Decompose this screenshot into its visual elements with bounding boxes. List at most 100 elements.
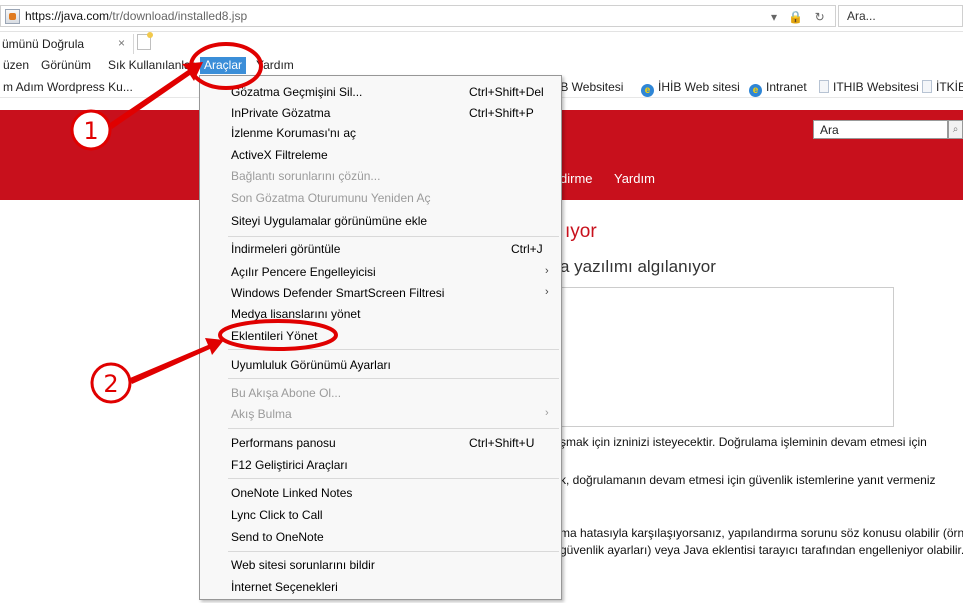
favorite-label: m Adım Wordpress Ku... — [3, 80, 133, 94]
menu-duzen[interactable]: üzen — [3, 57, 29, 74]
page-title: ıyor — [565, 221, 597, 242]
menu-item-popup-blocker[interactable]: Açılır Pencere Engelleyicisi › — [200, 261, 561, 283]
url-field[interactable]: https://java.com/tr/download/installed8.… — [0, 5, 836, 27]
tab-close-icon[interactable]: × — [118, 36, 125, 50]
menu-separator — [228, 478, 559, 479]
menu-item-label: ActiveX Filtreleme — [231, 148, 328, 162]
menu-item-label: Medya lisanslarını yönet — [231, 307, 361, 321]
paragraph: k, doğrulamanın devam etmesi için güvenl… — [560, 473, 936, 487]
paragraph: şmak için izninizi isteyecektir. Doğrula… — [560, 435, 927, 449]
menu-separator — [228, 428, 559, 429]
menu-item-f12-tools[interactable]: F12 Geliştirici Araçları — [200, 454, 561, 476]
favorite-item[interactable]: m Adım Wordpress Ku... — [3, 80, 133, 94]
menu-item-report-website-problems[interactable]: Web sitesi sorunlarını bildir — [200, 554, 561, 576]
favorite-label: İTKİB — [936, 80, 963, 94]
menu-item-performance-dashboard[interactable]: Performans panosu Ctrl+Shift+U — [200, 432, 561, 454]
page-subtitle: a yazılımı algılanıyor — [560, 257, 716, 276]
nav-link-help[interactable]: Yardım — [614, 171, 655, 186]
menu-item-shortcut: Ctrl+Shift+P — [469, 106, 534, 120]
menu-item-delete-history[interactable]: Gözatma Geçmişini Sil... Ctrl+Shift+Del — [200, 81, 561, 103]
favorite-item[interactable]: ITHIB Websitesi — [819, 80, 919, 94]
ie-icon: e — [749, 84, 762, 97]
submenu-arrow-icon: › — [545, 286, 549, 298]
menu-item-inprivate[interactable]: InPrivate Gözatma Ctrl+Shift+P — [200, 102, 561, 124]
menu-item-label: Bu Akışa Abone Ol... — [231, 386, 342, 400]
menu-item-label: Performans panosu — [231, 436, 336, 450]
menu-yardim[interactable]: Yardım — [256, 57, 294, 74]
menu-item-internet-options[interactable]: İnternet Seçenekleri — [200, 576, 561, 598]
page-search-input[interactable]: Ara — [813, 120, 948, 139]
menu-item-shortcut: Ctrl+Shift+U — [469, 436, 535, 450]
address-controls[interactable]: ▾ 🔒 ↻ — [771, 10, 829, 24]
menu-item-smartscreen[interactable]: Windows Defender SmartScreen Filtresi › — [200, 282, 561, 304]
menu-item-subscribe-feed: Bu Akışa Abone Ol... — [200, 382, 561, 404]
menu-item-label: İndirmeleri görüntüle — [231, 242, 341, 256]
address-bar: https://java.com/tr/download/installed8.… — [0, 0, 963, 32]
favorite-label: ITHIB Websitesi — [833, 80, 919, 94]
menu-item-label: OneNote Linked Notes — [231, 486, 353, 500]
menu-separator — [228, 378, 559, 379]
java-site-icon — [5, 9, 20, 24]
submenu-arrow-icon: › — [545, 265, 549, 277]
favorite-label: Intranet — [766, 80, 807, 94]
menu-item-label: Lync Click to Call — [231, 508, 323, 522]
favorite-item[interactable]: e Intranet — [749, 80, 807, 97]
menu-araclar[interactable]: Araçlar — [200, 57, 247, 74]
menu-item-view-downloads[interactable]: İndirmeleri görüntüle Ctrl+J — [200, 238, 561, 260]
browser-search-input[interactable]: Ara... — [838, 5, 963, 27]
menu-item-label: InPrivate Gözatma — [231, 106, 331, 120]
menu-item-label: Gözatma Geçmişini Sil... — [231, 85, 363, 99]
menu-separator — [228, 349, 559, 350]
step-badge-2 — [90, 362, 132, 404]
ie-icon: e — [641, 84, 654, 97]
menu-sik-kullanilanlar[interactable]: Sık Kullanılanlar — [108, 57, 195, 74]
menu-item-label: Son Gözatma Oturumunu Yeniden Aç — [231, 191, 431, 205]
menu-item-manage-add-ons[interactable]: Eklentileri Yönet — [200, 325, 561, 347]
page-icon — [819, 80, 829, 93]
menu-bar: üzen Görünüm Sık Kullanılanlar Araçlar Y… — [0, 54, 963, 76]
menu-item-label: F12 Geliştirici Araçları — [231, 458, 348, 472]
favorite-item[interactable]: İTKİB — [922, 80, 963, 94]
menu-item-tracking-protection[interactable]: İzlenme Koruması'nı aç — [200, 122, 561, 144]
tab-bar: ümünü Doğrula × — [0, 32, 963, 54]
favorite-label: İHİB Web sitesi — [658, 80, 740, 94]
new-tab-icon[interactable] — [137, 32, 153, 50]
menu-item-reopen-session: Son Gözatma Oturumunu Yeniden Aç — [200, 187, 561, 209]
menu-item-label: İzlenme Koruması'nı aç — [231, 126, 357, 140]
tab-title: ümünü Doğrula — [2, 37, 85, 51]
step-number-2: 2 — [103, 370, 118, 398]
search-icon[interactable]: ⌕ — [948, 120, 963, 139]
menu-item-fix-connection: Bağlantı sorunlarını çözün... — [200, 165, 561, 187]
menu-item-label: Eklentileri Yönet — [231, 329, 318, 343]
menu-item-label: Açılır Pencere Engelleyicisi — [231, 265, 376, 279]
menu-item-label: Uyumluluk Görünümü Ayarları — [231, 358, 391, 372]
page-icon — [922, 80, 932, 93]
url-text[interactable]: https://java.com/tr/download/installed8.… — [25, 9, 247, 23]
menu-item-send-to-onenote[interactable]: Send to OneNote — [200, 526, 561, 548]
menu-separator — [228, 551, 559, 552]
menu-separator — [228, 236, 559, 237]
menu-item-shortcut: Ctrl+Shift+Del — [469, 85, 544, 99]
menu-item-compatibility-view[interactable]: Uyumluluk Görünümü Ayarları — [200, 354, 561, 376]
java-applet-frame — [554, 287, 894, 427]
menu-item-label: Siteyi Uygulamalar görünümüne ekle — [231, 214, 428, 228]
paragraph: güvenlik ayarları) veya Java eklentisi t… — [560, 543, 963, 557]
menu-item-onenote-linked[interactable]: OneNote Linked Notes — [200, 482, 561, 504]
menu-item-label: Web sitesi sorunlarını bildir — [231, 558, 375, 572]
submenu-arrow-icon: › — [545, 407, 549, 419]
menu-item-label: Bağlantı sorunlarını çözün... — [231, 169, 381, 183]
page-search-text: Ara — [820, 123, 839, 137]
menu-item-label: Windows Defender SmartScreen Filtresi — [231, 286, 445, 300]
menu-gorunum[interactable]: Görünüm — [41, 57, 91, 74]
nav-link-download[interactable]: dirme — [560, 171, 593, 186]
menu-item-lync-call[interactable]: Lync Click to Call — [200, 504, 561, 526]
search-placeholder: Ara... — [847, 9, 876, 23]
menu-item-media-licenses[interactable]: Medya lisanslarını yönet — [200, 303, 561, 325]
tab-active[interactable]: ümünü Doğrula × — [0, 34, 134, 54]
menu-item-label: İnternet Seçenekleri — [231, 580, 338, 594]
favorite-item[interactable]: e İHİB Web sitesi — [641, 80, 740, 97]
menu-item-add-site-to-apps[interactable]: Siteyi Uygulamalar görünümüne ekle — [200, 210, 561, 232]
tools-dropdown-menu: Gözatma Geçmişini Sil... Ctrl+Shift+Del I… — [199, 75, 562, 600]
menu-item-activex-filtering[interactable]: ActiveX Filtreleme — [200, 144, 561, 166]
menu-item-shortcut: Ctrl+J — [511, 242, 543, 256]
